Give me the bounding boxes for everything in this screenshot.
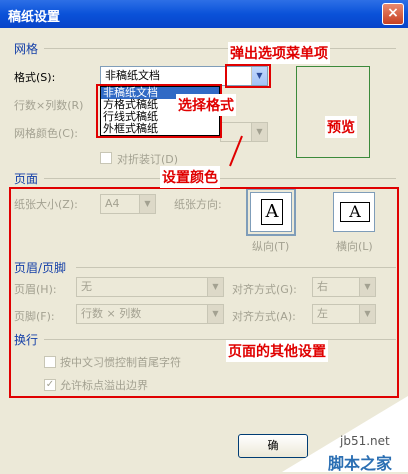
annotation-set-color: 设置颜色	[160, 166, 220, 188]
annotation-other-settings: 页面的其他设置	[226, 340, 328, 362]
annotation-preview: 预览	[325, 116, 357, 138]
annotation-select-format: 选择格式	[176, 94, 236, 116]
annotation-arrows	[229, 58, 253, 167]
annotation-popup-menu: 弹出选项菜单项	[228, 42, 330, 64]
